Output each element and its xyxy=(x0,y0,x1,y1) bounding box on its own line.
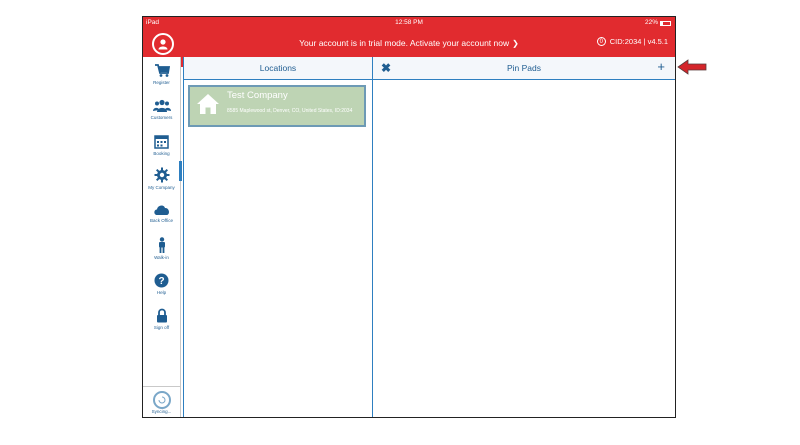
battery-percent: 22% xyxy=(644,19,658,26)
sidebar-item-back-office[interactable]: Back Office xyxy=(143,203,180,223)
location-card[interactable]: Test Company 8585 Maplewood st, Denver, … xyxy=(188,85,366,127)
annotation-arrow-icon xyxy=(677,59,707,75)
sidebar-item-label: My Company xyxy=(148,185,175,190)
trial-message: Your account is in trial mode. Activate … xyxy=(299,38,510,48)
pin-pads-title: Pin Pads xyxy=(506,63,542,73)
cloud-icon xyxy=(153,205,169,215)
sync-status[interactable]: Syncing... xyxy=(143,386,180,417)
svg-text:?: ? xyxy=(158,276,164,287)
sync-label: Syncing... xyxy=(151,409,172,414)
ipad-screen: iPad 12:58 PM 22% Your account is in tri… xyxy=(142,16,676,418)
trial-banner-link[interactable]: Your account is in trial mode. Activate … xyxy=(143,38,675,48)
sidebar-item-sign-off[interactable]: Sign off xyxy=(143,308,180,330)
chevron-right-icon: ❯ xyxy=(512,39,519,48)
sidebar-item-label: Sign off xyxy=(153,325,170,330)
cid-version-label: CID:2034 | v4.5.1 xyxy=(609,37,668,46)
locations-header: Locations xyxy=(184,57,372,80)
cart-icon xyxy=(154,64,170,77)
house-icon xyxy=(197,94,219,114)
location-address: 8585 Maplewood st, Denver, CO, United St… xyxy=(227,108,353,114)
sidebar-item-walk-in[interactable]: Walk-in xyxy=(143,237,180,260)
sidebar-item-customers[interactable]: Customers xyxy=(143,99,180,120)
account-info: 0 CID:2034 | v4.5.1 xyxy=(596,37,668,46)
battery-status: 22% xyxy=(645,17,671,29)
lock-icon xyxy=(156,308,167,323)
status-bar: iPad 12:58 PM 22% xyxy=(143,17,675,29)
calendar-icon xyxy=(154,135,169,149)
add-pin-pad-button[interactable]: + xyxy=(657,58,665,76)
pin-pads-panel: Pin Pads ✖ + xyxy=(373,57,675,417)
help-icon: ? xyxy=(154,273,169,288)
sidebar-item-my-company[interactable]: My Company xyxy=(143,167,180,190)
sidebar: Register Customers Booking My Company Ba… xyxy=(143,57,182,417)
sidebar-item-label: Register xyxy=(153,80,170,85)
locations-panel: Locations Test Company 8585 Maplewood st… xyxy=(183,57,373,417)
pin-pads-header: Pin Pads xyxy=(373,57,675,80)
person-icon xyxy=(158,237,165,253)
customers-icon xyxy=(152,99,171,112)
sidebar-item-label: Booking xyxy=(153,151,170,156)
close-icon[interactable]: ✖ xyxy=(381,60,391,76)
clock: 12:58 PM xyxy=(395,19,423,26)
sidebar-item-label: Back Office xyxy=(150,218,173,223)
notification-badge[interactable]: 0 xyxy=(596,37,606,46)
sidebar-item-label: Walk-in xyxy=(154,255,169,260)
sync-spinner-icon xyxy=(152,391,171,409)
sidebar-item-label: Help xyxy=(156,290,167,295)
gear-icon xyxy=(154,167,169,183)
sidebar-item-booking[interactable]: Booking xyxy=(143,134,180,156)
sidebar-item-label: Customers xyxy=(150,115,173,120)
sidebar-item-register[interactable]: Register xyxy=(143,63,180,85)
location-name: Test Company xyxy=(227,90,288,101)
sidebar-item-help[interactable]: ? Help xyxy=(143,273,180,295)
battery-icon xyxy=(660,20,671,26)
